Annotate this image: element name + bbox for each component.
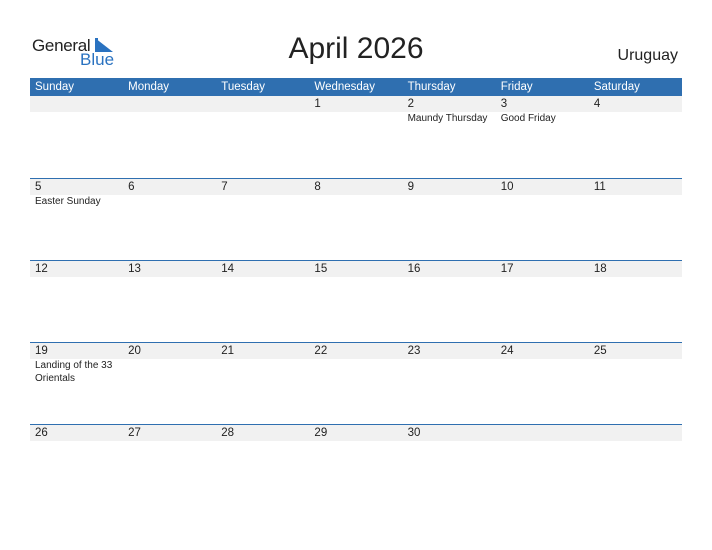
day-number: 9 [407,181,414,193]
day-cell: 9 [403,179,496,260]
day-cell: 29 [309,425,402,506]
day-number: 20 [128,345,141,357]
day-number: 28 [221,427,235,439]
day-number: 24 [500,345,514,357]
week-cells: 5 Easter Sunday 6 7 8 9 10 11 [30,179,682,260]
weekday-tuesday: Tuesday [221,81,265,93]
weekday-header: Sunday Monday Tuesday Wednesday Thursday… [30,78,682,96]
day-number: 4 [593,98,601,110]
day-number: 23 [407,345,421,357]
day-cell: 13 [123,261,216,342]
day-number: 8 [314,181,321,193]
day-cell [216,96,309,178]
week-cells: 12 13 14 15 16 17 18 [30,261,682,342]
day-number: 30 [407,427,421,439]
day-number: 3 [500,98,508,110]
week-cells: 26 27 28 29 30 [30,425,682,506]
week-cells: 1 2 Maundy Thursday 3 Good Friday 4 [30,96,682,178]
weekday-saturday: Saturday [593,81,640,93]
holiday-label: Good Friday [500,113,556,124]
weekday-friday: Friday [500,81,533,93]
day-number: 15 [314,263,328,275]
day-cell: 18 [589,261,682,342]
day-number: 5 [35,181,42,193]
day-number: 2 [407,98,414,110]
day-number: 13 [128,263,141,275]
day-number: 16 [407,263,421,275]
day-cell: 12 [30,261,123,342]
day-number: 1 [314,98,321,110]
weekday-sunday: Sunday [35,81,75,93]
day-cell: 22 [309,343,402,424]
week-row: 1 2 Maundy Thursday 3 Good Friday 4 [30,96,682,178]
day-cell: 24 [496,343,589,424]
holiday-label: Landing of the 33 Orientals [35,360,113,384]
calendar-grid: Sunday Monday Tuesday Wednesday Thursday… [30,78,682,506]
day-cell: 30 [403,425,496,506]
day-number: 29 [314,427,328,439]
day-number: 18 [593,263,607,275]
day-cell: 11 [589,179,682,260]
day-cell: 26 [30,425,123,506]
day-number: 17 [500,263,514,275]
day-number: 19 [35,345,48,357]
calendar-title: April 2026 [288,32,424,65]
day-cell [496,425,589,506]
day-number: 27 [128,427,141,439]
day-cell: 27 [123,425,216,506]
day-cell: 20 [123,343,216,424]
day-number: 25 [593,345,607,357]
week-row: 5 Easter Sunday 6 7 8 9 10 11 [30,178,682,260]
day-cell: 25 [589,343,682,424]
day-cell: 17 [496,261,589,342]
day-cell: 10 [496,179,589,260]
day-cell: 15 [309,261,402,342]
day-cell: 16 [403,261,496,342]
day-number: 7 [221,181,228,193]
day-cell: 4 [589,96,682,178]
day-number: 6 [128,181,135,193]
day-number: 26 [35,427,48,439]
day-cell: 23 [403,343,496,424]
day-cell: 2 Maundy Thursday [403,96,496,178]
weeks-container: 1 2 Maundy Thursday 3 Good Friday 4 5 Easter Su… [30,96,682,506]
day-number: 21 [221,345,235,357]
day-cell: 7 [216,179,309,260]
week-row: 26 27 28 29 30 [30,424,682,506]
weekday-wednesday: Wednesday [314,81,375,93]
day-cell [589,425,682,506]
day-number: 12 [35,263,48,275]
country-label: Uruguay [617,47,678,64]
week-row: 19 Landing of the 33 Orientals 20 21 22 23 24 2… [30,342,682,424]
day-cell: 3 Good Friday [496,96,589,178]
holiday-label: Easter Sunday [35,196,101,207]
day-cell: 14 [216,261,309,342]
day-cell: 1 [309,96,402,178]
holiday-label: Maundy Thursday [407,113,488,124]
week-row: 12 13 14 15 16 17 18 [30,260,682,342]
day-number: 11 [593,181,606,193]
day-cell: 28 [216,425,309,506]
day-cell: 6 [123,179,216,260]
weekday-monday: Monday [128,81,170,93]
day-cell: 5 Easter Sunday [30,179,123,260]
day-cell [123,96,216,178]
day-cell [30,96,123,178]
day-number: 14 [221,263,235,275]
day-number: 22 [314,345,328,357]
day-cell: 21 [216,343,309,424]
weekday-thursday: Thursday [407,81,456,93]
day-cell: 8 [309,179,402,260]
day-cell: 19 Landing of the 33 Orientals [30,343,123,424]
day-number: 10 [500,181,514,193]
week-cells: 19 Landing of the 33 Orientals 20 21 22 23 24 2… [30,343,682,424]
